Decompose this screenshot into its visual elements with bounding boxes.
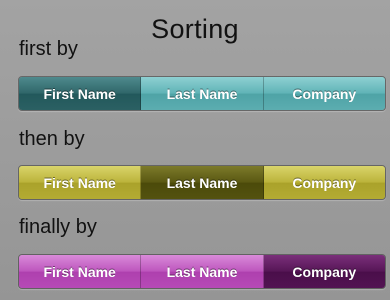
first-by-first-name-segment[interactable]: First Name [19, 77, 142, 110]
finally-by-last-name-segment[interactable]: Last Name [141, 255, 264, 288]
then-by-first-name-segment[interactable]: First Name [19, 166, 142, 199]
finally-by-company-segment[interactable]: Company [263, 255, 385, 288]
then-by-segmented-control: First Name Last Name Company [18, 165, 386, 200]
sorting-screen: Sorting first by First Name Last Name Co… [0, 0, 390, 300]
first-by-company-segment[interactable]: Company [263, 77, 385, 110]
first-by-label: first by [19, 38, 78, 60]
first-by-segmented-control: First Name Last Name Company [18, 76, 386, 111]
then-by-company-segment[interactable]: Company [263, 166, 385, 199]
then-by-last-name-segment[interactable]: Last Name [141, 166, 264, 199]
then-by-label: then by [19, 128, 85, 150]
finally-by-segmented-control: First Name Last Name Company [18, 254, 386, 289]
finally-by-first-name-segment[interactable]: First Name [19, 255, 142, 288]
first-by-last-name-segment[interactable]: Last Name [141, 77, 264, 110]
finally-by-label: finally by [19, 216, 97, 238]
